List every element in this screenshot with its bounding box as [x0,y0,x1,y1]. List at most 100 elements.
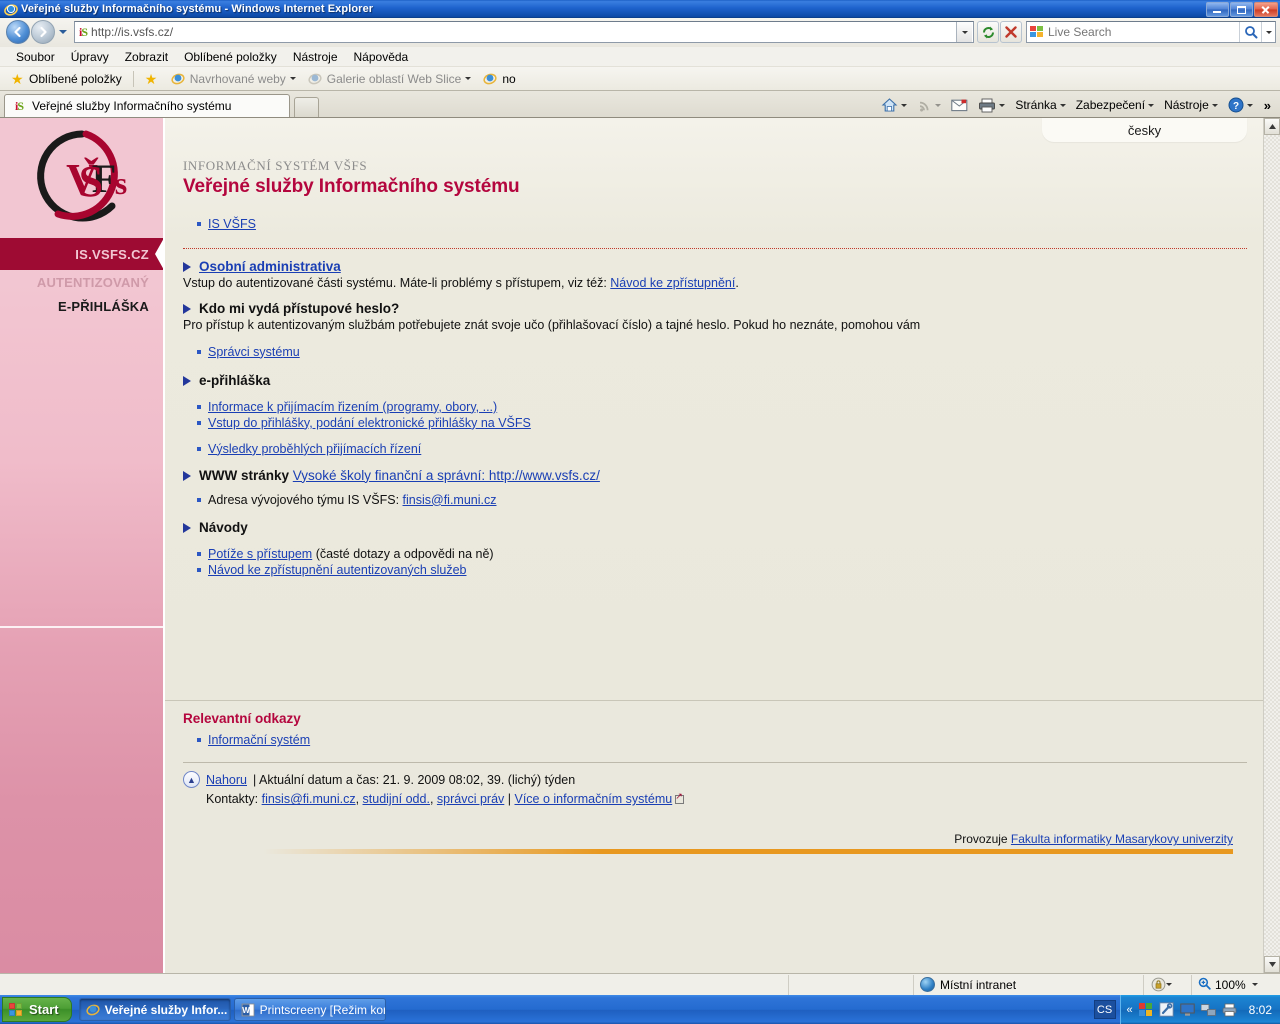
chevron-down-icon[interactable] [999,103,1006,107]
link-contact-spravci-prav[interactable]: správci práv [437,792,504,806]
home-button[interactable] [877,95,911,115]
display-icon[interactable] [1180,1002,1196,1018]
command-bar-overflow-button[interactable]: » [1259,98,1276,113]
tool-icon[interactable] [1159,1002,1175,1018]
link-is-vsfs[interactable]: IS VŠFS [208,217,256,231]
start-button[interactable]: Start [2,997,72,1022]
clock[interactable]: 8:02 [1249,1003,1272,1017]
chevron-down-icon[interactable] [1148,103,1155,107]
menu-item-favorites[interactable]: Oblíbené položky [176,48,285,66]
taskbar-item-word[interactable]: W Printscreeny [Režim kom... [233,998,386,1021]
security-menu-button[interactable]: Zabezpečení [1072,96,1158,114]
chevron-down-icon[interactable] [935,103,942,107]
security-zone[interactable]: Místní intranet [914,974,1144,995]
link-vstup-do-prihlasky[interactable]: Vstup do přihlášky, podání elektronické … [208,416,531,430]
link-navod-ke-zpristupneni[interactable]: Návod ke zpřístupnění [610,276,735,290]
stop-button[interactable] [1000,21,1022,43]
chevron-down-icon[interactable] [1211,103,1218,107]
taskbar-item-ie[interactable]: Veřejné služby Infor... [78,998,231,1021]
favorites-button[interactable]: ★ Oblíbené položky [6,71,127,87]
forward-button[interactable] [31,20,55,44]
network-icon[interactable] [1201,1002,1217,1018]
chevron-down-icon[interactable] [1166,983,1172,986]
address-dropdown-icon[interactable] [956,22,972,42]
back-button[interactable] [6,20,30,44]
new-tab-button[interactable] [294,97,319,117]
antivirus-icon[interactable] [1138,1002,1154,1018]
triangle-bullet-icon [183,303,191,314]
link-vsfs-web[interactable]: Vysoké školy finanční a správní: http://… [293,468,600,483]
intranet-zone-icon [920,977,935,992]
link-osobni-administrativa[interactable]: Osobní administrativa [199,259,341,274]
chevron-down-icon[interactable] [1059,103,1066,107]
refresh-button[interactable] [977,21,999,43]
section-title: Kdo mi vydá přístupové heslo? [199,300,400,316]
favbar-item-suggested-sites[interactable]: Navrhované weby [166,71,301,87]
link-navod-zpristupneni-sluzeb[interactable]: Návod ke zpřístupnění autentizovaných sl… [208,563,467,577]
language-tab-cesky[interactable]: česky [1042,118,1247,142]
link-contact-finsis[interactable]: finsis@fi.muni.cz [262,792,356,806]
sidebar-item-is-vsfs-cz[interactable]: IS.VSFS.CZ [0,238,164,270]
vsfs-logo-icon[interactable]: V V F Š s [28,126,136,230]
tray-expand-button[interactable]: « [1127,1004,1133,1016]
section-title: Návody [199,519,248,535]
menu-item-edit[interactable]: Úpravy [63,48,117,66]
menu-item-file[interactable]: Soubor [8,48,63,66]
link-fakulta-informatiky[interactable]: Fakulta informatiky Masarykovy univerzit… [1011,832,1233,846]
scroll-to-top-icon[interactable]: ▲ [183,771,200,789]
menu-item-tools[interactable]: Nástroje [285,48,346,66]
scroll-track[interactable] [1264,135,1280,956]
address-input[interactable]: http://is.vsfs.cz/ [91,25,956,39]
print-button[interactable] [974,96,1009,115]
search-input[interactable]: Live Search [1048,25,1239,39]
chevron-down-icon[interactable] [465,77,472,80]
printer-icon[interactable] [1222,1002,1238,1018]
minimize-button[interactable] [1206,1,1229,17]
link-spravci-systemu[interactable]: Správci systému [208,345,300,359]
chevron-down-icon[interactable] [1246,103,1253,107]
link-informace-k-prijimacim-rizenim[interactable]: Informace k přijímacím řizením (programy… [208,400,497,414]
protected-mode-indicator[interactable] [1144,974,1192,995]
chevron-down-icon[interactable] [1251,983,1258,986]
menu-item-help[interactable]: Nápověda [346,48,417,66]
maximize-button[interactable] [1230,1,1253,17]
tab-veřejné-služby[interactable]: iS Veřejné služby Informačního systému [4,94,290,117]
language-indicator[interactable]: CS [1093,1000,1116,1019]
link-potize-s-pristupem[interactable]: Potíže s přístupem [208,547,312,561]
menu-item-view[interactable]: Zobrazit [117,48,176,66]
recent-pages-caret-icon[interactable] [56,22,70,42]
site-favicon-icon: iS [15,98,24,113]
page-menu-button[interactable]: Stránka [1011,96,1069,114]
search-go-icon[interactable] [1239,22,1261,42]
section-www-stranky: WWW stránky Vysoké školy finanční a sprá… [183,468,1247,483]
link-vysledky-probehlych-rizeni[interactable]: Výsledky proběhlých přijímacích řízení [208,442,421,456]
search-provider-caret-icon[interactable] [1261,22,1275,42]
link-vice-o-informacnim-systemu[interactable]: Více o informačním systému [515,792,673,806]
browser-chrome: iS http://is.vsfs.cz/ Live Search Soubor… [0,18,1280,117]
close-button[interactable] [1254,1,1278,17]
link-informacni-system[interactable]: Informační systém [208,733,310,747]
address-bar[interactable]: iS http://is.vsfs.cz/ [74,21,974,43]
zoom-control[interactable]: 100% [1192,975,1280,995]
chevron-down-icon[interactable] [289,77,296,80]
tools-menu-button[interactable]: Nástroje [1160,96,1222,114]
search-box[interactable]: Live Search [1026,21,1276,43]
link-finsis-email[interactable]: finsis@fi.muni.cz [403,493,497,507]
chevron-down-icon[interactable] [901,103,908,107]
favbar-item-no[interactable]: no [478,71,520,87]
sidebar-item-autentizovany[interactable]: AUTENTIZOVANÝ [0,270,163,294]
svg-text:?: ? [1233,101,1239,112]
navigation-bar: iS http://is.vsfs.cz/ Live Search [0,18,1280,47]
feeds-button[interactable] [913,96,945,115]
link-contact-studijni-odd[interactable]: studijní odd. [363,792,430,806]
scroll-up-button[interactable] [1264,118,1280,135]
scroll-down-button[interactable] [1264,956,1280,973]
sidebar-item-e-prihlaska[interactable]: E-PŘIHLÁŠKA [0,294,163,318]
add-to-favorites-bar-button[interactable]: ★ [140,71,164,87]
read-mail-button[interactable] [947,97,972,114]
link-nahoru[interactable]: Nahoru [206,773,247,787]
favbar-item-web-slice-gallery[interactable]: Galerie oblastí Web Slice [303,71,477,87]
list-item: Potíže s přístupem (časté dotazy a odpov… [183,546,1247,562]
help-button[interactable]: ? [1224,95,1257,115]
vertical-scrollbar[interactable] [1263,118,1280,973]
